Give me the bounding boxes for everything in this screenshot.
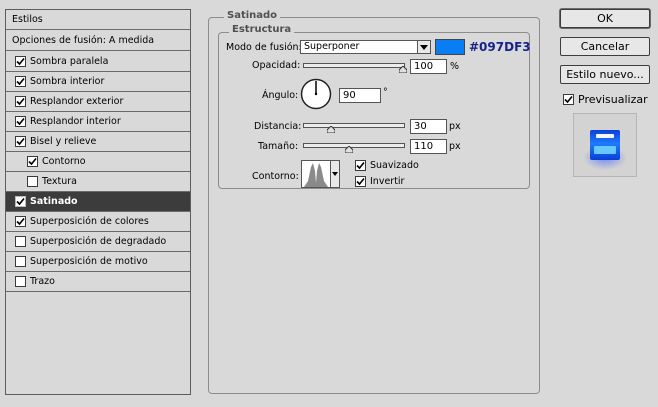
style-item-label: Resplandor interior (30, 116, 121, 127)
opacity-input[interactable]: 100 (410, 59, 447, 74)
invert-checkbox[interactable]: Invertir (355, 176, 404, 187)
style-item-label: Bisel y relieve (30, 136, 97, 147)
distance-slider[interactable] (303, 123, 405, 128)
style-item-superposición-de-colores[interactable]: Superposición de colores (6, 212, 190, 232)
checkbox-empty-icon[interactable] (27, 176, 38, 187)
style-item-sombra-interior[interactable]: Sombra interior (6, 72, 190, 92)
checkbox-empty-icon[interactable] (15, 256, 26, 267)
blend-mode-label: Modo de fusión: (226, 42, 302, 53)
style-item-textura[interactable]: Textura (6, 172, 190, 192)
opacity-slider[interactable] (303, 63, 405, 68)
style-item-resplandor-exterior[interactable]: Resplandor exterior (6, 92, 190, 112)
checkbox-empty-icon[interactable] (15, 276, 26, 287)
styles-header[interactable]: Estilos (6, 10, 190, 30)
style-item-label: Sombra interior (30, 76, 105, 87)
contour-curve-icon (304, 163, 328, 187)
contour-picker[interactable] (301, 160, 331, 188)
distance-slider-thumb[interactable] (327, 126, 335, 133)
style-item-superposición-de-degradado[interactable]: Superposición de degradado (6, 232, 190, 252)
check-icon[interactable] (27, 156, 38, 167)
ok-button[interactable]: OK (560, 9, 650, 28)
preview-thumbnail-icon (583, 130, 627, 170)
blend-mode-value: Superponer (304, 41, 360, 52)
style-item-label: Textura (42, 176, 77, 187)
style-item-label: Satinado (30, 196, 78, 207)
check-icon[interactable] (15, 76, 26, 87)
style-item-contorno[interactable]: Contorno (6, 152, 190, 172)
check-icon[interactable] (15, 116, 26, 127)
structure-title: Estructura (229, 24, 295, 35)
style-item-label: Sombra paralela (30, 56, 109, 67)
size-slider-thumb[interactable] (345, 146, 353, 153)
satin-color-swatch[interactable] (435, 39, 465, 55)
distance-unit: px (449, 121, 461, 132)
distance-label: Distancia: (254, 121, 302, 132)
size-unit: px (449, 141, 461, 152)
blending-options-item[interactable]: Opciones de fusión: A medida (6, 31, 190, 51)
chevron-down-icon (332, 172, 338, 176)
style-item-trazo[interactable]: Trazo (6, 272, 190, 292)
style-item-sombra-paralela[interactable]: Sombra paralela (6, 52, 190, 72)
blend-mode-select[interactable]: Superponer (300, 40, 431, 54)
style-preview (573, 113, 637, 177)
satin-title: Satinado (224, 10, 281, 21)
size-input[interactable]: 110 (410, 139, 447, 154)
opacity-slider-thumb[interactable] (399, 66, 407, 73)
contour-dropdown[interactable] (331, 160, 340, 188)
distance-input[interactable]: 30 (410, 119, 447, 134)
checkbox-empty-icon[interactable] (15, 236, 26, 247)
antialiased-checkbox[interactable]: Suavizado (355, 160, 419, 171)
angle-unit: ° (383, 87, 388, 98)
style-item-superposición-de-motivo[interactable]: Superposición de motivo (6, 252, 190, 272)
angle-label: Ángulo: (262, 90, 299, 101)
check-icon (355, 176, 366, 187)
check-icon[interactable] (15, 216, 26, 227)
contour-label: Contorno: (252, 171, 299, 182)
angle-input[interactable]: 90 (339, 88, 381, 103)
style-item-label: Superposición de colores (30, 216, 149, 227)
new-style-button[interactable]: Estilo nuevo... (560, 65, 650, 84)
style-item-label: Trazo (30, 276, 55, 287)
cancel-button[interactable]: Cancelar (560, 37, 650, 56)
chevron-down-icon (417, 41, 430, 53)
style-item-satinado[interactable]: Satinado (6, 192, 190, 212)
check-icon[interactable] (15, 196, 26, 207)
check-icon[interactable] (15, 96, 26, 107)
satin-color-hex: #097DF3 (469, 40, 531, 54)
style-item-bisel-y-relieve[interactable]: Bisel y relieve (6, 132, 190, 152)
style-item-label: Resplandor exterior (30, 96, 124, 107)
check-icon (563, 94, 574, 105)
check-icon (355, 160, 366, 171)
style-item-label: Superposición de motivo (30, 256, 148, 267)
styles-list: Estilos Opciones de fusión: A medida Som… (5, 9, 191, 395)
opacity-label: Opacidad: (252, 60, 301, 71)
angle-dial[interactable] (300, 78, 332, 110)
preview-checkbox[interactable]: Previsualizar (563, 93, 648, 106)
check-icon[interactable] (15, 136, 26, 147)
opacity-unit: % (450, 61, 460, 72)
check-icon[interactable] (15, 56, 26, 67)
style-item-resplandor-interior[interactable]: Resplandor interior (6, 112, 190, 132)
style-item-label: Superposición de degradado (30, 236, 167, 247)
size-slider[interactable] (303, 143, 405, 148)
style-item-label: Contorno (42, 156, 86, 167)
size-label: Tamaño: (258, 141, 299, 152)
